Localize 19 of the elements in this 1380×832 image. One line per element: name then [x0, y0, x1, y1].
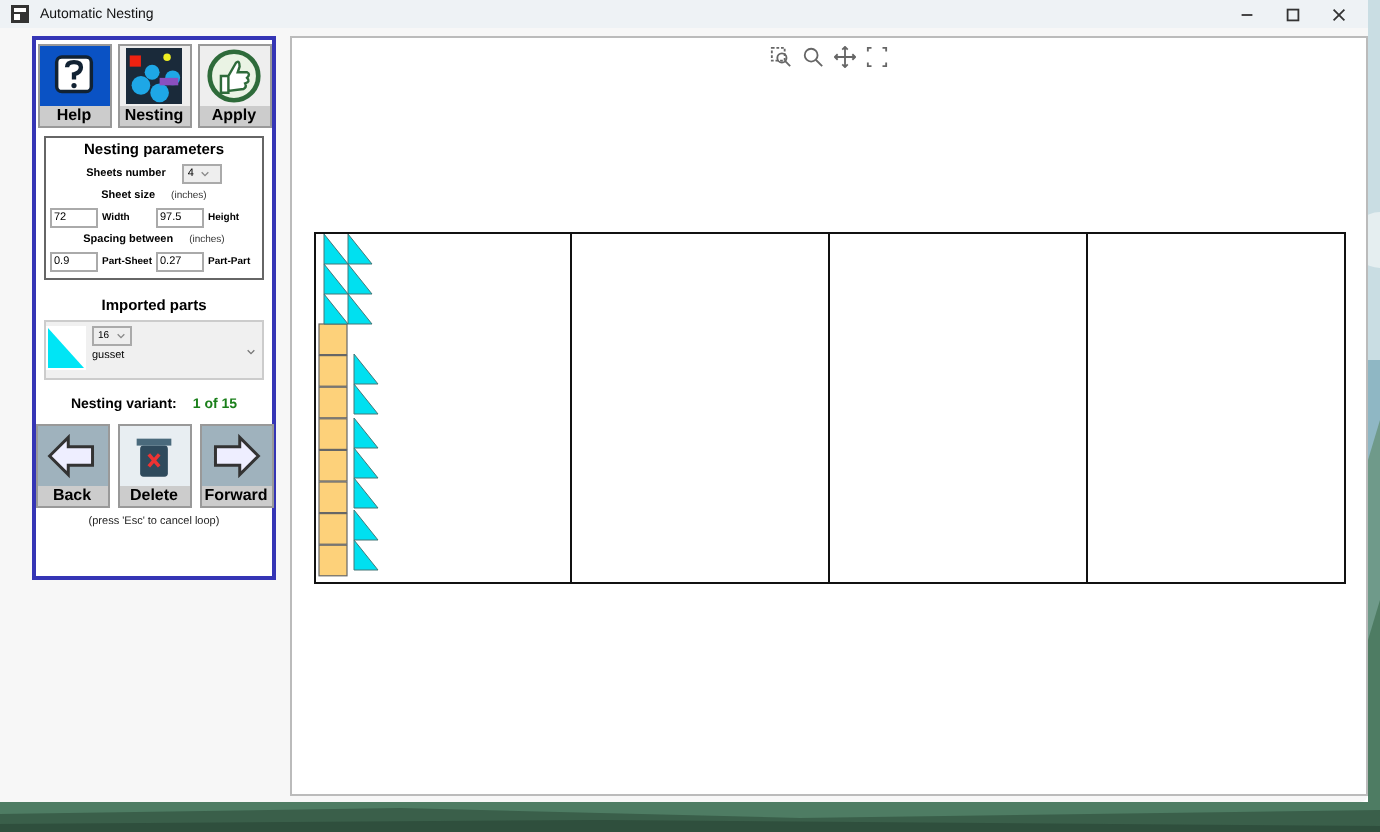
- app-icon: [10, 4, 30, 24]
- toolbar-button[interactable]: Help: [37, 44, 111, 128]
- nesting-icon: [124, 48, 184, 104]
- search-icon[interactable]: [802, 46, 824, 68]
- nav-button[interactable]: Delete: [117, 424, 191, 508]
- toolbar-button[interactable]: Apply: [197, 44, 271, 128]
- nav-button[interactable]: Back: [35, 424, 109, 508]
- move-icon[interactable]: [834, 46, 856, 68]
- maximize-icon[interactable]: [1284, 5, 1302, 23]
- toolbar-button[interactable]: Nesting: [117, 44, 191, 128]
- fit-view-icon[interactable]: [866, 46, 888, 68]
- close-icon[interactable]: [1330, 5, 1348, 23]
- caret-icon: [199, 170, 210, 178]
- triangle-part-icon: [46, 326, 86, 370]
- thumbs-up-icon: [206, 48, 262, 104]
- caret-icon: [246, 348, 256, 356]
- zoom-box-icon[interactable]: [770, 46, 792, 68]
- nav-button[interactable]: Forward: [199, 424, 273, 508]
- caret-icon: [115, 332, 126, 340]
